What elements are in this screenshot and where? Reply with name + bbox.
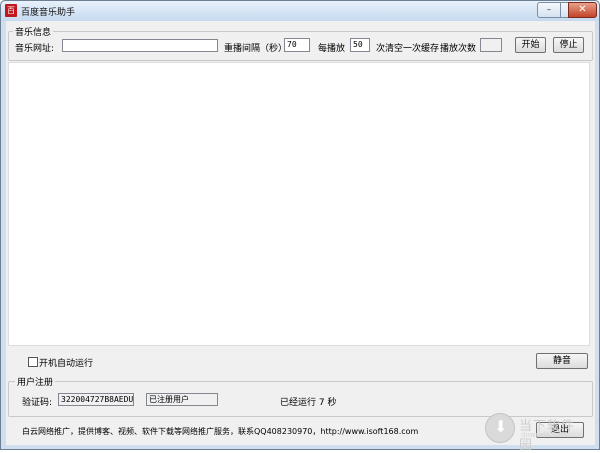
start-button[interactable]: 开始: [515, 37, 546, 53]
minimize-button[interactable]: –: [537, 2, 561, 18]
music-player-area[interactable]: [8, 62, 590, 346]
registration-status-field: 已注册用户: [146, 393, 218, 406]
music-url-input[interactable]: [62, 39, 218, 52]
verification-code-field: 322004727B8AEDUMP3: [58, 393, 134, 406]
verification-code-label: 验证码:: [22, 398, 53, 408]
per-play-input[interactable]: 50: [350, 38, 370, 52]
stop-button[interactable]: 停止: [553, 37, 584, 53]
close-button[interactable]: ✕: [568, 2, 597, 18]
clear-cache-label: 次清空一次缓存: [376, 44, 440, 54]
running-time-text: 已经运行 7 秒: [280, 398, 337, 408]
title-bar[interactable]: 百 百度音乐助手 – ✕: [1, 1, 599, 21]
minimize-icon: –: [546, 5, 552, 15]
user-register-group-title: 用户注册: [15, 375, 56, 388]
replay-interval-label: 重播间隔（秒）: [224, 44, 288, 54]
autostart-label[interactable]: 开机自动运行: [39, 356, 93, 369]
music-url-label: 音乐网址:: [15, 44, 55, 54]
main-window: 百 百度音乐助手 – ✕ 音乐信息 音乐网址: 重播间隔（秒） 70 每播放 5…: [0, 0, 600, 453]
music-info-group-title: 音乐信息: [13, 25, 54, 38]
watermark-subtext: downxia.com: [521, 431, 568, 439]
window-title: 百度音乐助手: [21, 8, 76, 18]
mute-button[interactable]: 静音: [536, 353, 588, 369]
play-count-field: [480, 38, 502, 52]
client-area: 音乐信息 音乐网址: 重播间隔（秒） 70 每播放 50 次清空一次缓存 播放次…: [6, 21, 595, 445]
footer-promo-text: 白云网络推广，提供博客、视频、软件下载等网络推广服务，联系QQ408230970…: [22, 427, 419, 436]
replay-interval-input[interactable]: 70: [284, 38, 310, 52]
autostart-checkbox[interactable]: [28, 357, 38, 367]
close-icon: ✕: [578, 4, 587, 15]
play-count-label: 播放次数: [440, 44, 477, 54]
per-play-label: 每播放: [318, 44, 346, 54]
watermark-logo: ⬇ 当下软件园 downxia.com: [485, 413, 585, 453]
app-icon: 百: [5, 4, 17, 17]
watermark-download-icon: ⬇: [485, 413, 515, 443]
